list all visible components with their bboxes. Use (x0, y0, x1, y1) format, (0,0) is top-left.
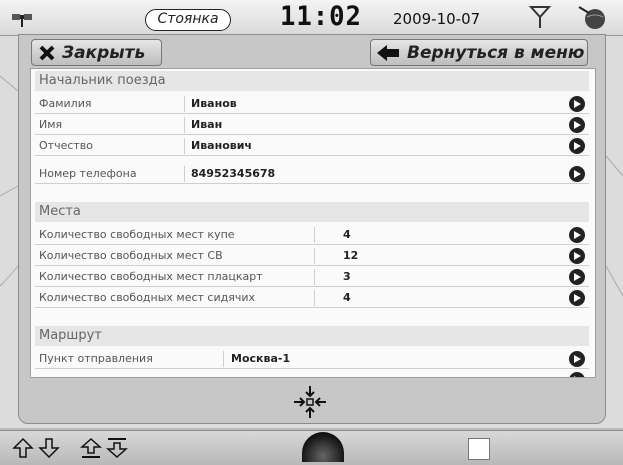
column-divider (314, 290, 315, 306)
open-arrow-icon[interactable] (569, 372, 585, 377)
field-label: Количество свободных мест купе (39, 228, 235, 241)
column-divider (314, 227, 315, 243)
column-divider (184, 166, 185, 182)
field-first-name[interactable]: Имя Иван (35, 115, 589, 135)
field-value: 84952345678 (191, 167, 276, 180)
page-up-icon[interactable] (80, 437, 102, 459)
open-arrow-icon[interactable] (569, 117, 585, 133)
field-surname[interactable]: Фамилия Иванов (35, 94, 589, 114)
close-button-label: Закрыть (62, 42, 146, 63)
open-arrow-icon[interactable] (569, 166, 585, 182)
field-value: 3 (343, 270, 351, 283)
satellite-icon (12, 14, 32, 27)
open-arrow-icon[interactable] (569, 351, 585, 367)
open-arrow-icon[interactable] (569, 269, 585, 285)
field-free-platskart[interactable]: Количество свободных мест плацкарт 3 (35, 267, 589, 287)
field-value: Москва-1 (231, 352, 291, 365)
column-divider (184, 138, 185, 154)
field-value: 12 (343, 249, 359, 262)
section-title-chief: Начальник поезда (35, 71, 589, 91)
details-list[interactable]: Начальник поезда Фамилия Иванов Имя Иван… (30, 68, 596, 378)
section-title-seats: Места (35, 202, 589, 222)
open-arrow-icon[interactable] (569, 290, 585, 306)
field-value: Иванов (191, 97, 237, 110)
close-icon (39, 45, 55, 60)
column-divider (184, 117, 185, 133)
field-label: Имя (39, 118, 63, 131)
open-arrow-icon[interactable] (569, 96, 585, 112)
date-display: 2009-10-07 (393, 10, 481, 28)
field-patronymic[interactable]: Отчество Иванович (35, 136, 589, 156)
open-arrow-icon[interactable] (569, 248, 585, 264)
section-title-route: Маршрут (35, 326, 589, 346)
clock-display: 11:02 (279, 1, 362, 32)
parking-status-badge: Стоянка (145, 9, 231, 31)
column-divider (223, 351, 224, 367)
back-arrow-icon (377, 44, 399, 61)
collapse-icon[interactable] (292, 384, 328, 420)
field-free-seated[interactable]: Количество свободных мест сидячих 4 (35, 288, 589, 308)
field-value: 4 (343, 228, 351, 241)
arrow-down-icon[interactable] (38, 437, 60, 459)
field-value: Иван (191, 118, 223, 131)
open-arrow-icon[interactable] (569, 227, 585, 243)
mini-map-thumbnail[interactable] (468, 438, 490, 460)
column-divider (314, 248, 315, 264)
open-arrow-icon[interactable] (569, 138, 585, 154)
globe-icon[interactable] (577, 5, 609, 31)
field-label: Количество свободных мест плацкарт (39, 270, 263, 283)
top-status-bar: Стоянка 11:02 2009-10-07 (0, 0, 623, 36)
field-phone[interactable]: Номер телефона 84952345678 (35, 164, 589, 184)
field-label: Количество свободных мест сидячих (39, 291, 256, 304)
page-down-icon[interactable] (106, 437, 128, 459)
antenna-icon (529, 6, 551, 28)
field-free-coupe[interactable]: Количество свободных мест купе 4 (35, 225, 589, 245)
field-departure[interactable]: Пункт отправления Москва-1 (35, 349, 589, 369)
field-label: Отчество (39, 139, 94, 152)
field-label: Количество свободных мест СВ (39, 249, 223, 262)
field-value: Иванович (191, 139, 252, 152)
back-button-label: Вернуться в меню (407, 42, 585, 63)
field-next-partial[interactable] (35, 370, 589, 377)
field-value: 4 (343, 291, 351, 304)
column-divider (314, 269, 315, 285)
arrow-up-icon[interactable] (12, 437, 34, 459)
field-label: Номер телефона (39, 167, 137, 180)
column-divider (184, 96, 185, 112)
field-label: Фамилия (39, 97, 92, 110)
back-to-menu-button[interactable]: Вернуться в меню (370, 39, 588, 66)
close-button[interactable]: Закрыть (31, 39, 162, 66)
field-free-sv[interactable]: Количество свободных мест СВ 12 (35, 246, 589, 266)
field-label: Пункт отправления (39, 352, 153, 365)
